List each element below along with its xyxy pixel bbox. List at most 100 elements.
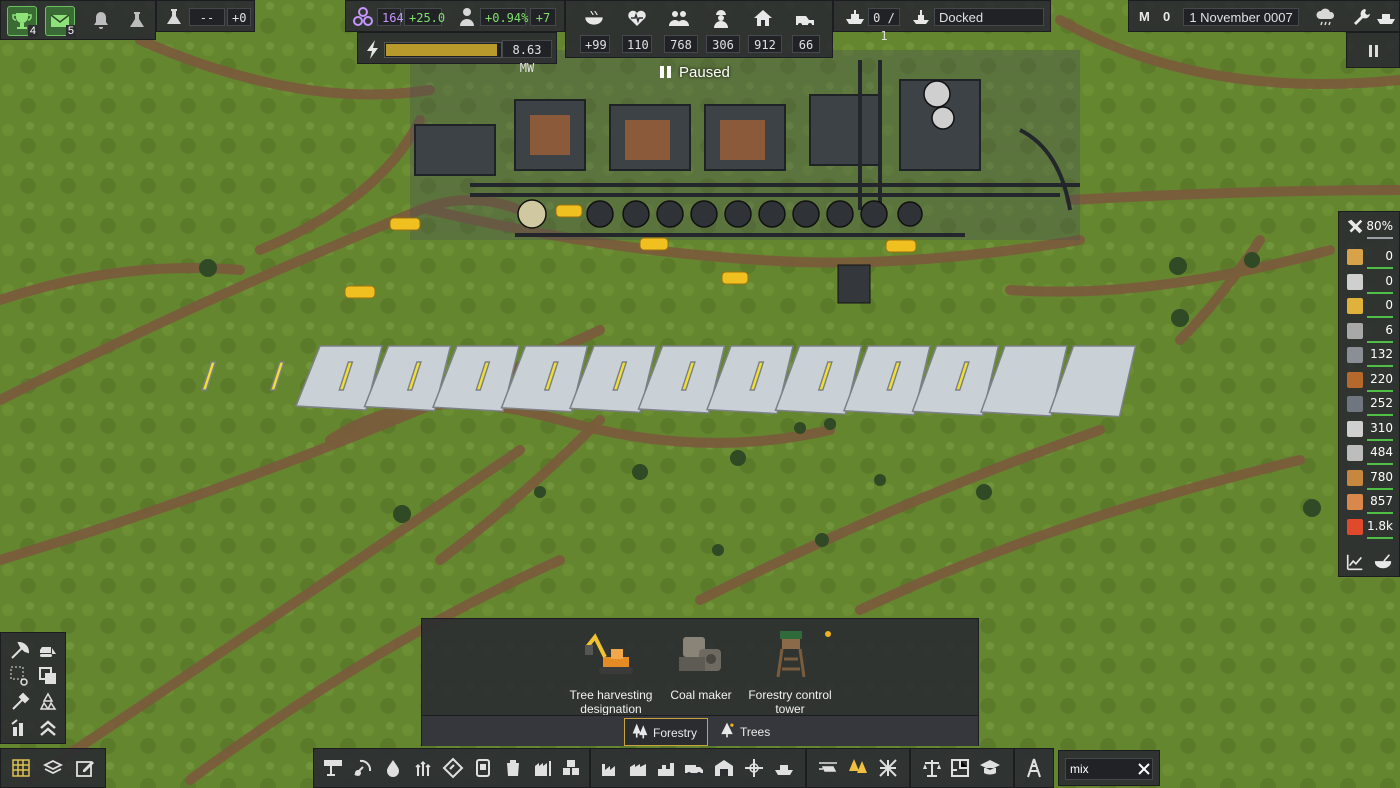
population-icon[interactable] <box>456 6 478 28</box>
water-drop-icon[interactable] <box>382 757 404 779</box>
floor-plan-icon[interactable] <box>949 757 971 779</box>
resource-row[interactable]: 252 <box>1341 393 1399 417</box>
stats-panel: 164 +25.0 +0.94% +7 <box>345 0 565 32</box>
warehouse-icon[interactable] <box>560 757 582 779</box>
forestry-tower-icon <box>776 631 806 678</box>
housing-icon[interactable] <box>752 7 774 29</box>
eyedropper-icon[interactable] <box>9 691 31 713</box>
forestry-trees-icon[interactable] <box>847 757 869 779</box>
build-item-forestry-tower[interactable]: Forestry control tower <box>735 629 845 716</box>
unity-icon[interactable] <box>352 6 374 28</box>
resource-bar <box>1367 536 1393 539</box>
resource-row[interactable]: 857 <box>1341 491 1399 515</box>
resource-row[interactable]: 484 <box>1341 442 1399 466</box>
resource-row[interactable]: 0 <box>1341 271 1399 295</box>
pause-button[interactable] <box>1346 32 1400 68</box>
pattern-grid-icon[interactable] <box>877 757 899 779</box>
forestry-trees-icon <box>632 723 648 739</box>
bulldozer-icon[interactable] <box>37 639 59 661</box>
balance-scale-icon[interactable] <box>921 757 943 779</box>
resource-value: 252 <box>1370 396 1393 410</box>
stats-chart-icon[interactable] <box>1345 552 1365 572</box>
resource-row[interactable]: 220 <box>1341 369 1399 393</box>
research-flask-button[interactable] <box>123 6 153 36</box>
sign-icon[interactable] <box>442 757 464 779</box>
resource-bar <box>1367 512 1393 514</box>
crops-icon[interactable] <box>412 757 434 779</box>
layers-icon[interactable] <box>42 757 64 779</box>
resource-value: 0 <box>1385 298 1393 312</box>
messages-button[interactable]: 5 <box>45 6 76 37</box>
ship-icon <box>846 10 864 24</box>
education-cap-icon[interactable] <box>979 757 1001 779</box>
vehicle-icon[interactable] <box>794 7 816 29</box>
needs-panel: +99 110 768 306 912 66 <box>565 0 833 58</box>
resource-row[interactable]: 0 <box>1341 246 1399 270</box>
resource-row[interactable]: 1.8k <box>1341 516 1399 540</box>
heart-health-icon[interactable] <box>626 7 648 29</box>
population-delta: +7 <box>530 8 556 26</box>
concrete-icon <box>1347 445 1363 461</box>
resource-row[interactable]: 6 <box>1341 320 1399 344</box>
recycle-icon[interactable] <box>37 691 59 713</box>
currency-value: 0 <box>1163 9 1171 24</box>
pickaxe-icon[interactable] <box>9 639 31 661</box>
worker-icon[interactable] <box>710 7 732 29</box>
worker-icon <box>1347 273 1363 290</box>
resource-value: 310 <box>1370 420 1393 435</box>
resource-row[interactable]: 310 <box>1341 418 1399 442</box>
ship-menu-icon[interactable] <box>1375 6 1397 28</box>
achievements-button[interactable]: 4 <box>7 6 38 37</box>
farm-machine-icon[interactable] <box>322 757 344 779</box>
upgrade-chevrons-icon[interactable] <box>37 717 59 739</box>
people-icon[interactable] <box>668 7 690 29</box>
resource-row[interactable]: 132 <box>1341 344 1399 368</box>
pause-icon <box>1369 45 1372 57</box>
build-item-label: Forestry control tower <box>748 688 832 716</box>
lightning-icon <box>367 40 378 59</box>
weather-rain-icon[interactable] <box>1315 6 1337 28</box>
truck-icon[interactable] <box>683 757 705 779</box>
game-date: 1 November 0007 <box>1183 8 1299 26</box>
wood-icon <box>1347 469 1363 486</box>
wrench-icon[interactable] <box>1351 6 1373 28</box>
resource-row[interactable]: 0 <box>1341 295 1399 319</box>
storage-icon[interactable] <box>472 757 494 779</box>
grid-overlay-icon[interactable] <box>10 757 32 779</box>
close-icon[interactable] <box>1137 762 1151 776</box>
coal-maker-icon <box>679 637 721 671</box>
bell-icon <box>94 12 108 29</box>
factory-3-icon[interactable] <box>655 757 677 779</box>
cut-select-icon[interactable] <box>9 665 31 687</box>
trash-icon[interactable] <box>502 757 524 779</box>
resource-bar <box>1367 291 1393 294</box>
tab-trees[interactable]: Trees <box>712 718 782 746</box>
depot-icon[interactable] <box>713 757 735 779</box>
helicopter-icon[interactable] <box>817 757 839 779</box>
resource-row[interactable]: 780 <box>1341 467 1399 491</box>
factory-icon[interactable] <box>599 757 621 779</box>
ship-panel[interactable]: 0 / 1 Docked <box>833 0 1051 43</box>
resource-bar <box>1367 365 1393 367</box>
research-panel[interactable]: -- +0 <box>156 0 255 32</box>
resource-value: 857 <box>1370 494 1393 508</box>
ship-ratio: 0 / 1 <box>868 8 900 43</box>
edit-icon[interactable] <box>74 757 96 779</box>
copy-icon[interactable] <box>37 665 59 687</box>
tab-forestry[interactable]: Forestry <box>624 718 708 746</box>
power-panel[interactable]: 8.63 MW <box>357 32 557 75</box>
mortar-icon[interactable] <box>1373 552 1393 572</box>
ship-build-icon[interactable] <box>773 757 795 779</box>
date-panel: M 0 1 November 0007 <box>1128 0 1400 32</box>
priority-icon[interactable] <box>9 717 31 739</box>
build-category-toolbar-2 <box>590 748 806 788</box>
crosshair-icon[interactable] <box>743 757 765 779</box>
notifications-button[interactable] <box>87 6 117 36</box>
tower-blueprint-icon[interactable] <box>1023 757 1045 779</box>
factory-2-icon[interactable] <box>627 757 649 779</box>
mining-icon[interactable] <box>352 757 374 779</box>
building-icon[interactable] <box>532 757 554 779</box>
maintenance-row[interactable]: 80% <box>1341 216 1399 240</box>
resource-value: 0 <box>1385 273 1393 288</box>
food-bowl-icon[interactable] <box>583 7 605 29</box>
